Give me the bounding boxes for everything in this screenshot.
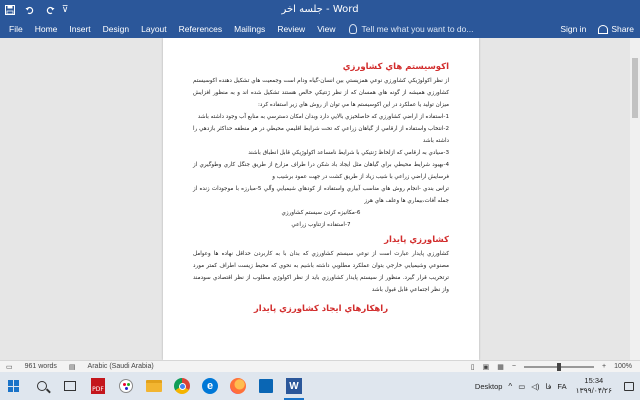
ribbon-right: Sign in Share (560, 24, 640, 34)
document-page[interactable]: اکوسیستم هاي کشاورزي از نظر اکولوژيکي کش… (163, 38, 479, 360)
tell-me-text: Tell me what you want to do... (361, 24, 474, 34)
firefox-button[interactable] (224, 372, 252, 400)
tab-insert[interactable]: Insert (63, 20, 96, 38)
language-status[interactable]: Arabic (Saudi Arabia) (82, 363, 160, 370)
file-explorer-button[interactable] (140, 372, 168, 400)
zoom-slider-knob[interactable] (557, 362, 561, 371)
tab-home[interactable]: Home (29, 20, 64, 38)
search-button[interactable] (28, 372, 56, 400)
web-layout-icon[interactable]: ▦ (497, 363, 504, 371)
list-item: 7-استفاده ازتناوب زراعي (291, 222, 351, 228)
word-count[interactable]: 961 words (19, 363, 63, 370)
language-code[interactable]: FA (554, 382, 569, 391)
volume-icon[interactable]: ◁) (528, 382, 542, 391)
heading-strategies: راهکارهاي ايجاد کشاورزي پايدار (253, 304, 389, 314)
start-button[interactable] (0, 372, 28, 400)
chrome-icon (174, 378, 190, 394)
ribbon-tabs: File Home Insert Design Layout Reference… (0, 20, 640, 38)
zoom-out-icon[interactable]: − (512, 363, 516, 370)
system-tray: Desktop ^ ▭ ◁) فا FA 15:34 ۱۳۹۹/۰۴/۲۶ (472, 372, 640, 400)
clock-date: ۱۳۹۹/۰۴/۲۶ (575, 386, 612, 395)
desktop-toolbar[interactable]: Desktop (472, 382, 506, 391)
list-item: 6-مکانيزه کردن سيستم کشاورزي (281, 210, 361, 216)
tab-design[interactable]: Design (97, 20, 135, 38)
proofing-icon[interactable]: ▤ (63, 363, 82, 371)
firefox-icon (230, 378, 246, 394)
tell-me-box[interactable]: Tell me what you want to do... (349, 24, 473, 34)
heading-ecosystems: اکوسیستم هاي کشاورزي (342, 62, 449, 72)
list-item: 1-استفاده از اراضي کشاورزي که حاصلخيزي ب… (197, 114, 449, 120)
redo-icon[interactable] (40, 0, 60, 20)
chevron-up-icon[interactable]: ^ (505, 382, 515, 391)
lightbulb-icon (349, 24, 358, 34)
zoom-level[interactable]: 100% (614, 363, 632, 370)
zoom-slider[interactable] (524, 362, 594, 371)
taskbar: PDF e W Desktop ^ ▭ ◁) فا FA 15:34 ۱۳۹۹/… (0, 372, 640, 400)
store-icon (259, 379, 273, 393)
tab-references[interactable]: References (173, 20, 228, 38)
network-icon[interactable]: ▭ (515, 382, 528, 391)
input-language-indicator[interactable]: فا (543, 382, 555, 391)
tab-layout[interactable]: Layout (135, 20, 173, 38)
list-item: 3-سيادي به ارقامي که ازلحاظ ژنتيکي با شر… (248, 150, 449, 156)
list-item: 2-انتخاب واستفاده از ارقامي از گياهان زر… (193, 126, 449, 144)
share-icon (598, 24, 609, 34)
edge-icon: e (202, 378, 218, 394)
clock[interactable]: 15:34 ۱۳۹۹/۰۴/۲۶ (570, 376, 618, 396)
sign-in-link[interactable]: Sign in (560, 24, 586, 34)
windows-icon (8, 380, 20, 392)
save-icon[interactable] (0, 0, 20, 20)
paint-icon (119, 379, 133, 393)
tab-file[interactable]: File (0, 20, 29, 38)
list-item: تراس بندي -انجام روش هاي مناسب آبياري وا… (193, 186, 449, 204)
print-layout-icon[interactable]: ▣ (483, 363, 490, 371)
word-button[interactable]: W (280, 372, 308, 400)
word-icon: W (286, 378, 302, 394)
task-view-button[interactable] (56, 372, 84, 400)
window-title: جلسه اخر - Word (281, 4, 359, 15)
notification-icon[interactable] (624, 381, 634, 391)
vertical-scrollbar[interactable] (630, 38, 640, 360)
tab-mailings[interactable]: Mailings (228, 20, 271, 38)
pdf-icon: PDF (91, 378, 105, 394)
document-area[interactable]: اکوسیستم هاي کشاورزي از نظر اکولوژيکي کش… (0, 38, 640, 360)
tab-view[interactable]: View (311, 20, 341, 38)
paragraph-intro: از نظر اکولوژيکي کشاورزي نوعي همزيستي بي… (193, 78, 449, 108)
heading-sustainable: کشاورزي پايدار (384, 235, 449, 245)
zoom-in-icon[interactable]: + (602, 363, 606, 370)
clock-time: 15:34 (584, 376, 604, 385)
share-button[interactable]: Share (611, 24, 634, 34)
chrome-button[interactable] (168, 372, 196, 400)
task-view-icon (64, 381, 76, 391)
customize-qat-icon[interactable]: ⊽ (60, 5, 70, 15)
folder-icon (146, 380, 162, 392)
paint-button[interactable] (112, 372, 140, 400)
list-item: 4-بهبود شرايط محيطي براي گياهان مثل ايجا… (193, 162, 449, 180)
search-icon (37, 381, 47, 391)
tab-review[interactable]: Review (271, 20, 311, 38)
acrobat-button[interactable]: PDF (84, 372, 112, 400)
quick-access-toolbar: ⊽ (0, 0, 70, 20)
scrollbar-thumb[interactable] (632, 58, 638, 118)
paragraph-sustainable: کشاورزي پايدار عبارت است از نوعي سيستم ک… (193, 251, 449, 293)
store-button[interactable] (252, 372, 280, 400)
status-bar: ▭ 961 words ▤ Arabic (Saudi Arabia) ▯ ▣ … (0, 360, 640, 372)
edge-button[interactable]: e (196, 372, 224, 400)
read-mode-icon[interactable]: ▯ (471, 363, 475, 371)
title-bar: ⊽ جلسه اخر - Word (0, 0, 640, 20)
document-content[interactable]: اکوسیستم هاي کشاورزي از نظر اکولوژيکي کش… (193, 62, 449, 317)
status-right: ▯ ▣ ▦ − + 100% (471, 362, 640, 371)
undo-icon[interactable] (20, 0, 40, 20)
page-status-icon[interactable]: ▭ (0, 363, 19, 371)
